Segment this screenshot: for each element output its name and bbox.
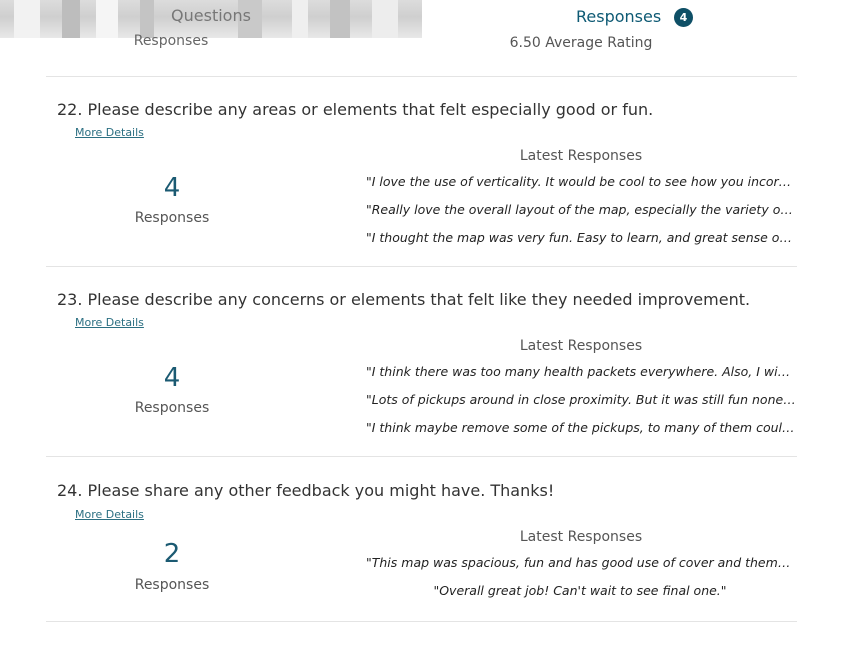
divider [46,76,797,77]
more-details-link[interactable]: More Details [75,316,144,329]
previous-question-responses-label: Responses [133,33,209,49]
response-text: "Lots of pickups around in close proximi… [366,392,796,407]
response-text: "I thought the map was very fun. Easy to… [366,230,796,245]
question-card-24: 24. Please share any other feedback you … [0,481,847,621]
response-count-label: Responses [134,400,210,416]
more-details-link[interactable]: More Details [75,126,144,139]
response-text: "This map was spacious, fun and has good… [366,555,796,570]
latest-responses-heading: Latest Responses [519,338,643,354]
response-count: 4 [163,173,181,203]
question-title: 24. Please share any other feedback you … [57,481,555,500]
divider [46,621,797,622]
divider [46,456,797,457]
average-rating: 6.50 Average Rating [509,35,653,51]
tab-responses-label: Responses [576,7,662,26]
response-text: "Overall great job! Can't wait to see fi… [433,583,727,598]
response-count: 2 [163,539,181,569]
question-title: 22. Please describe any areas or element… [57,100,654,119]
latest-responses-heading: Latest Responses [519,529,643,545]
response-count: 4 [163,363,181,393]
response-text: "I think there was too many health packe… [366,364,796,379]
question-card-22: 22. Please describe any areas or element… [0,100,847,266]
tab-questions-label: Questions [171,6,251,25]
divider [46,266,797,267]
response-text: "Really love the overall layout of the m… [366,202,796,217]
question-card-23: 23. Please describe any concerns or elem… [0,290,847,456]
responses-count-badge: 4 [674,8,693,27]
response-count-label: Responses [134,577,210,593]
more-details-link[interactable]: More Details [75,508,144,521]
response-text: "I think maybe remove some of the pickup… [366,420,796,435]
latest-responses-heading: Latest Responses [519,148,643,164]
tab-responses[interactable]: Responses 4 [422,0,847,38]
response-count-label: Responses [134,210,210,226]
question-title: 23. Please describe any concerns or elem… [57,290,751,309]
response-text: "I love the use of verticality. It would… [366,174,796,189]
